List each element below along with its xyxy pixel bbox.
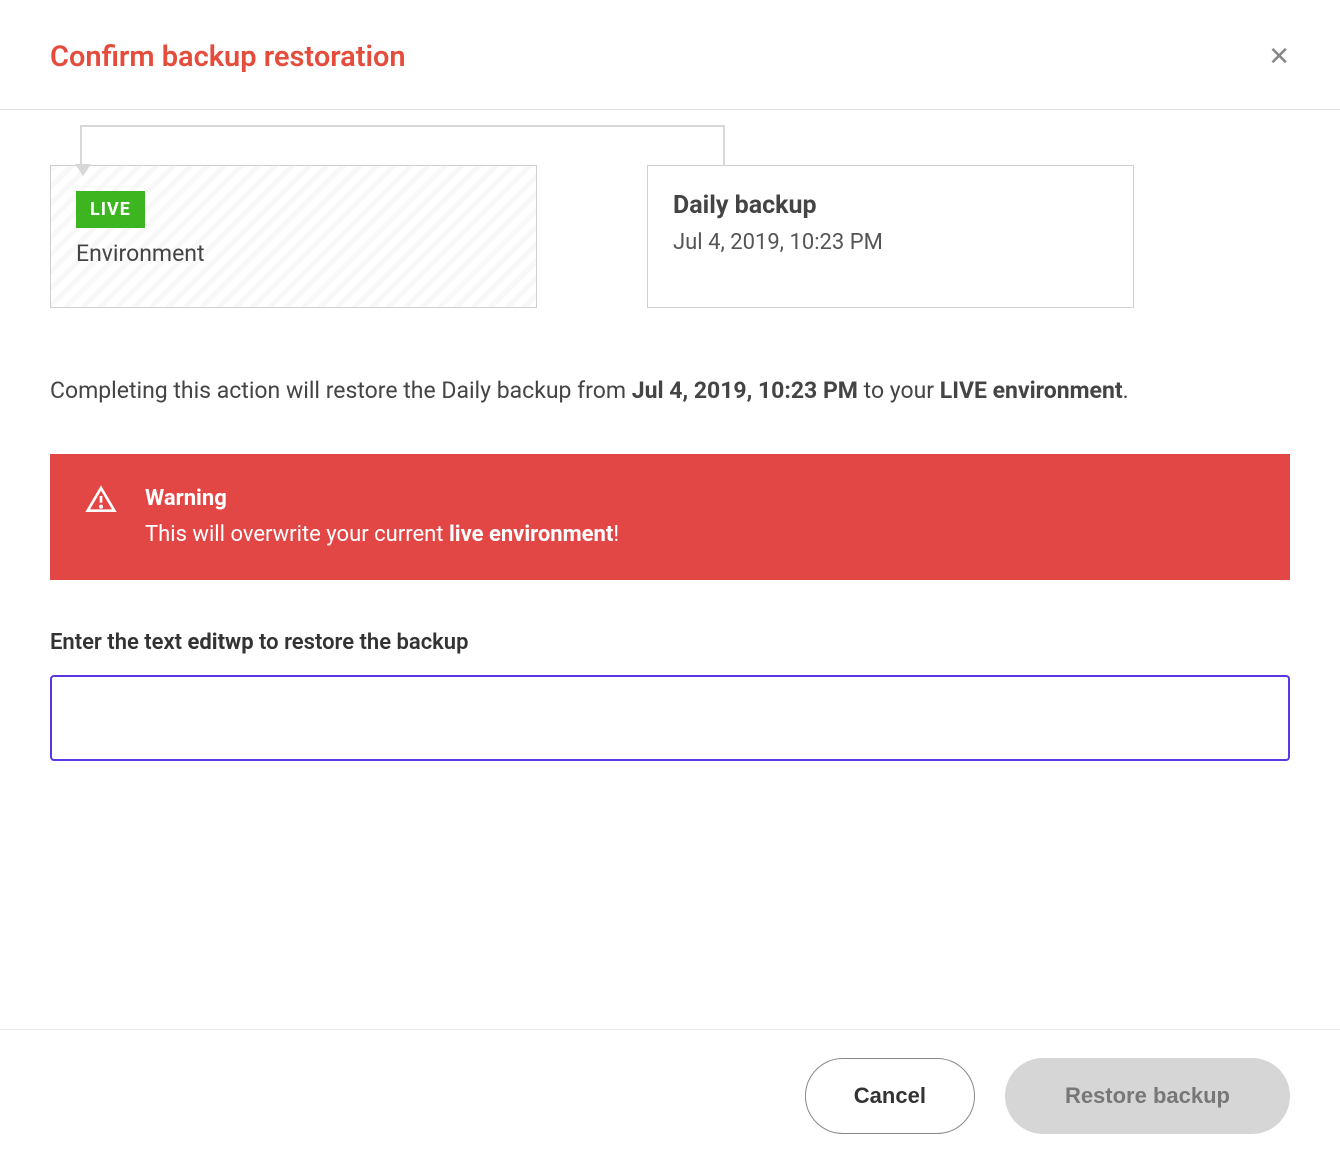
restore-backup-button[interactable]: Restore backup	[1005, 1058, 1290, 1134]
dialog-footer: Cancel Restore backup	[0, 1029, 1340, 1162]
restore-backup-dialog: Confirm backup restoration ✕ LIVE Enviro…	[0, 0, 1340, 1162]
destination-card: LIVE Environment	[50, 165, 537, 308]
source-card: Daily backup Jul 4, 2019, 10:23 PM	[647, 165, 1134, 308]
source-title: Daily backup	[673, 191, 1108, 220]
flow-arrow-icon	[80, 125, 725, 175]
destination-label: Environment	[76, 240, 511, 267]
warning-title: Warning	[145, 482, 619, 516]
confirmation-input[interactable]	[50, 675, 1290, 761]
source-timestamp: Jul 4, 2019, 10:23 PM	[673, 230, 1108, 255]
dialog-content: LIVE Environment Daily backup Jul 4, 201…	[0, 110, 1340, 1029]
confirmation-instruction: Enter the text editwp to restore the bac…	[50, 630, 1290, 655]
warning-body: This will overwrite your current live en…	[145, 518, 619, 552]
warning-text: Warning This will overwrite your current…	[145, 482, 619, 552]
dialog-title: Confirm backup restoration	[50, 40, 406, 74]
live-badge: LIVE	[76, 191, 145, 228]
dialog-header: Confirm backup restoration ✕	[0, 0, 1340, 110]
description-text: Completing this action will restore the …	[50, 373, 1290, 409]
flow-diagram: LIVE Environment Daily backup Jul 4, 201…	[50, 165, 1290, 308]
cancel-button[interactable]: Cancel	[805, 1058, 975, 1134]
warning-icon	[85, 484, 117, 520]
warning-alert: Warning This will overwrite your current…	[50, 454, 1290, 580]
close-icon[interactable]: ✕	[1268, 44, 1290, 70]
